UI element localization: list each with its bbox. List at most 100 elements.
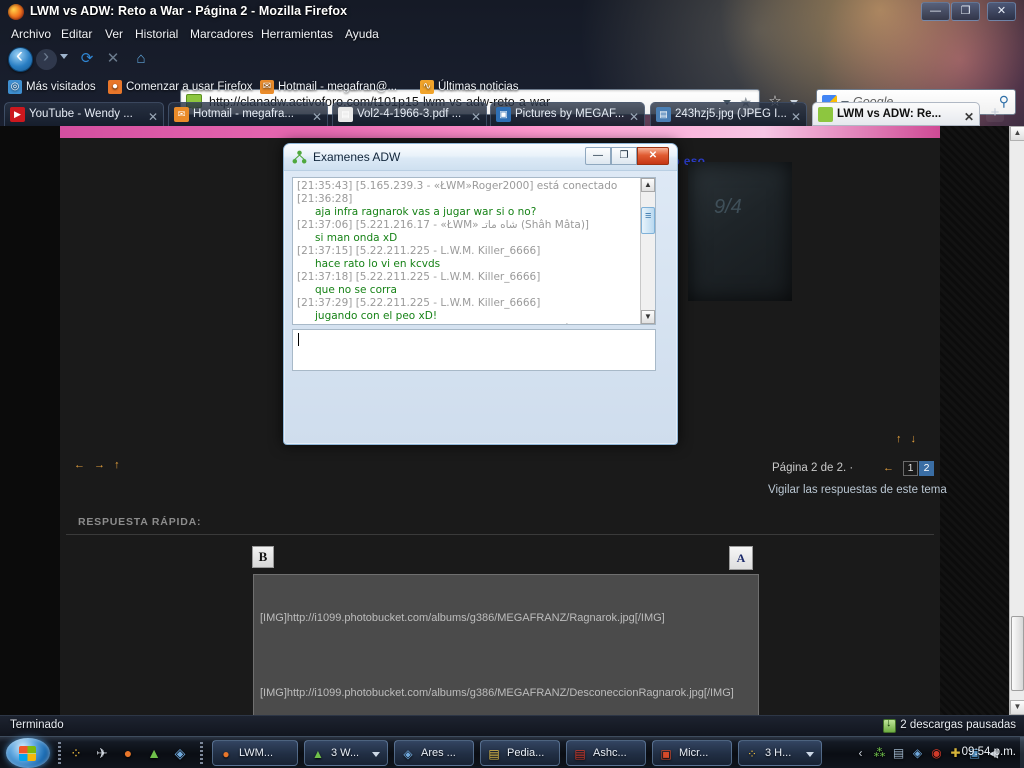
nav-arrows-left[interactable]: ← → ↑ (74, 459, 123, 471)
status-text: Terminado (10, 719, 64, 731)
taskbar-button-label: Ashc... (593, 747, 627, 759)
back-button[interactable] (8, 44, 33, 72)
chevron-down-icon[interactable] (806, 752, 814, 757)
tab-4[interactable]: ▤ 243hzj5.jpg (JPEG I... ✕ (650, 102, 807, 126)
forward-button[interactable] (36, 46, 57, 70)
chat-title-bar[interactable]: Examenes ADW — ❐ ✕ (284, 144, 677, 171)
tab-close-icon[interactable]: ✕ (471, 106, 481, 126)
stop-icon[interactable]: ✕ (104, 50, 122, 68)
taskbar-button-5[interactable]: ▣ Micr... (652, 740, 732, 766)
bookmark-label: Hotmail - megafran@... (278, 81, 398, 93)
new-tab-button[interactable]: + (986, 105, 1004, 122)
chat-meta: [5.22.211.225 - L.W.M. Killer_6666] (352, 297, 541, 309)
tab-close-icon[interactable]: ✕ (148, 106, 158, 126)
chat-timestamp: [21:35:43] (297, 180, 353, 192)
reload-icon[interactable]: ⟳ (78, 50, 96, 68)
chat-maximize-button[interactable]: ❐ (611, 147, 637, 165)
chat-minimize-button[interactable]: — (585, 147, 611, 165)
bookmark-3[interactable]: ∿ Últimas noticias (420, 79, 519, 95)
browser-status-bar: Terminado 2 descargas pausadas (0, 715, 1024, 736)
printer-icon[interactable]: ▤ (890, 745, 907, 762)
page-scrollbar[interactable]: ▲ ▼ (1009, 126, 1024, 715)
menu-archivo[interactable]: Archivo (6, 26, 56, 42)
youtube-icon: ▶ (10, 107, 25, 122)
bookmark-0[interactable]: ◎ Más visitados (8, 79, 96, 95)
taskbar-button-1[interactable]: ▲ 3 W... (304, 740, 388, 766)
pagination-prev-icon[interactable]: ← (883, 462, 894, 474)
pagination-page-2[interactable]: 2 (919, 461, 934, 476)
bookmark-2[interactable]: ✉ Hotmail - megafran@... (260, 79, 397, 95)
tab-1[interactable]: ✉ Hotmail - megafra... ✕ (168, 102, 328, 126)
show-desktop-icon[interactable]: ✈ (92, 744, 112, 763)
window-close-button[interactable]: ✕ (987, 2, 1016, 21)
record-icon[interactable]: ◉ (928, 745, 945, 762)
messenger-icon: ▲ (312, 747, 324, 761)
start-button[interactable] (6, 738, 50, 768)
bold-button[interactable]: B (252, 546, 274, 568)
taskbar-button-0[interactable]: ● LWM... (212, 740, 298, 766)
tab-3[interactable]: ▣ Pictures by MEGAF... ✕ (490, 102, 645, 126)
chat-log-entry: [21:37:15] [5.22.211.225 - L.W.M. Killer… (297, 245, 540, 257)
scroll-down-icon[interactable]: ▼ (1010, 700, 1024, 715)
tab-0[interactable]: ▶ YouTube - Wendy ... ✕ (4, 102, 164, 126)
taskbar-button-3[interactable]: ▤ Pedia... (480, 740, 560, 766)
scrollbar-thumb[interactable] (1011, 616, 1024, 691)
show-desktop-button[interactable] (1020, 737, 1024, 768)
office-icon: ▣ (660, 747, 672, 761)
taskbar-button-2[interactable]: ◈ Ares ... (394, 740, 474, 766)
tab-strip: + ▶ YouTube - Wendy ... ✕ ✉ Hotmail - megafr… (0, 100, 1024, 126)
messenger-icon[interactable]: ▲ (144, 744, 164, 763)
tab-close-icon[interactable]: ✕ (964, 106, 974, 125)
tab-close-icon[interactable]: ✕ (312, 106, 322, 126)
font-color-button[interactable]: A (729, 546, 753, 570)
ares-app-icon[interactable]: ◈ (170, 744, 190, 763)
chat-dialog-title: Examenes ADW (313, 150, 401, 164)
chat-timestamp: [21:37:06] (297, 219, 353, 231)
scroll-up-icon[interactable]: ▲ (1010, 126, 1024, 141)
tab-2[interactable]: ▤ Vol2-4-1966-3.pdf ... ✕ (332, 102, 487, 126)
home-icon[interactable]: ⌂ (132, 50, 150, 68)
watch-topic-link[interactable]: Vigilar las respuestas de este tema (768, 484, 947, 496)
menu-historial[interactable]: Historial (130, 26, 183, 42)
menu-ver[interactable]: Ver (100, 26, 128, 42)
scroll-up-icon[interactable]: ▲ (641, 178, 655, 192)
taskbar-button-4[interactable]: ▤ Ashc... (566, 740, 646, 766)
taskbar-button-6[interactable]: ⁘ 3 H... (738, 740, 822, 766)
window-minimize-button[interactable]: — (921, 2, 950, 21)
taskbar-button-label: Micr... (679, 747, 709, 759)
menu-ayuda[interactable]: Ayuda (340, 26, 384, 42)
download-icon[interactable] (883, 717, 896, 733)
show-hidden-icons[interactable]: ‹ (852, 745, 869, 762)
tab-5[interactable]: LWM vs ADW: Re... ✕ (812, 102, 980, 126)
firefox-icon[interactable]: ● (118, 744, 138, 763)
ares-icon[interactable]: ⁘ (66, 744, 86, 763)
ares-tray-icon[interactable]: ◈ (909, 745, 926, 762)
scroll-down-icon[interactable]: ▼ (641, 310, 655, 324)
tab-close-icon[interactable]: ✕ (791, 106, 801, 126)
chevron-down-icon[interactable] (60, 54, 68, 59)
image-icon: ▤ (656, 107, 671, 122)
chevron-down-icon[interactable] (372, 752, 380, 757)
taskbar-clock[interactable]: 09:54 p.m. (962, 746, 1016, 758)
pagination-page-1[interactable]: 1 (903, 461, 918, 476)
chat-log[interactable]: [21:35:43] [5.165.239.3 - «ŁWM»Roger2000… (292, 177, 656, 325)
scroll-arrows-right[interactable]: ↑ ↓ (896, 433, 919, 445)
menu-herramientas[interactable]: Herramientas (256, 26, 338, 42)
firefox-icon: ● (222, 747, 230, 761)
message-textarea[interactable]: [IMG]http://i1099.photobucket.com/albums… (253, 574, 759, 715)
chat-dialog-window[interactable]: Examenes ADW — ❐ ✕ [21:35:43] [5.165.239… (283, 143, 678, 445)
taskbar-button-label: 3 W... (331, 747, 360, 759)
bookmark-1[interactable]: ● Comenzar a usar Firefox (108, 79, 253, 95)
taskbar-separator (200, 742, 203, 764)
chat-log-scrollbar[interactable]: ▲ ▼ (640, 178, 655, 324)
tab-close-icon[interactable]: ✕ (629, 106, 639, 126)
menu-marcadores[interactable]: Marcadores (185, 26, 258, 42)
downloads-status[interactable]: 2 descargas pausadas (900, 719, 1016, 731)
chat-input[interactable] (292, 329, 656, 371)
network-share-icon[interactable]: ⁂ (871, 745, 888, 762)
firefox-window: LWM vs ADW: Reto a War - Página 2 - Mozi… (0, 0, 1024, 715)
window-maximize-button[interactable]: ❐ (951, 2, 980, 21)
menu-editar[interactable]: Editar (56, 26, 97, 42)
scrollbar-thumb[interactable] (641, 207, 655, 234)
chat-close-button[interactable]: ✕ (637, 147, 669, 165)
